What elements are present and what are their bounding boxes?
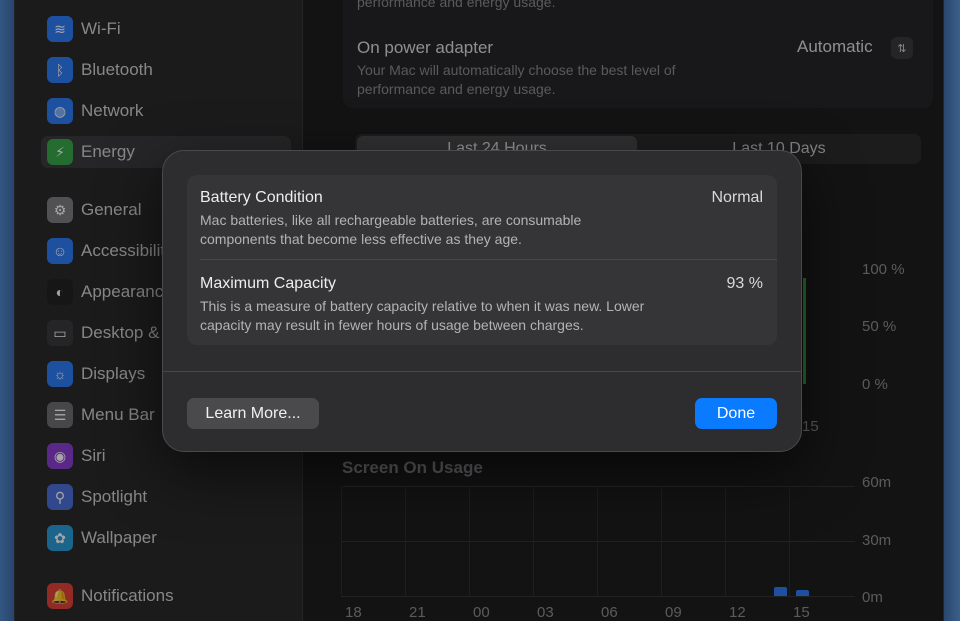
capacity-desc-line2: capacity may result in fewer hours of us… (200, 317, 584, 333)
battery-health-dialog: Battery Condition Normal Mac batteries, … (162, 150, 802, 452)
max-capacity-title: Maximum Capacity (200, 275, 337, 292)
condition-desc-line2: components that become less effective as… (200, 231, 522, 247)
dialog-separator (163, 371, 801, 372)
battery-condition-title: Battery Condition (200, 189, 323, 206)
max-capacity-value: 93 % (726, 275, 763, 292)
learn-more-button[interactable]: Learn More... (187, 398, 319, 429)
done-button[interactable]: Done (695, 398, 777, 429)
max-capacity-description: This is a measure of battery capacity re… (200, 297, 644, 335)
battery-condition-description: Mac batteries, like all rechargeable bat… (200, 211, 581, 249)
battery-condition-value: Normal (711, 189, 763, 206)
capacity-desc-line1: This is a measure of battery capacity re… (200, 298, 645, 314)
condition-desc-line1: Mac batteries, like all rechargeable bat… (200, 212, 582, 228)
battery-info-card: Battery Condition Normal Mac batteries, … (187, 175, 777, 345)
row-separator (200, 259, 777, 260)
